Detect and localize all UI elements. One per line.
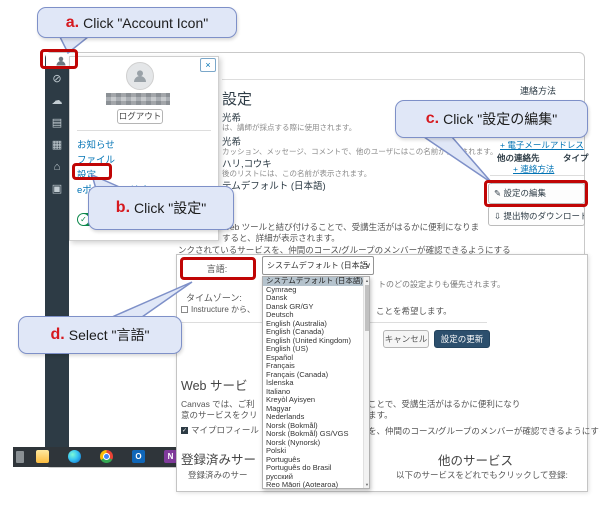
outlook-icon[interactable]: O <box>132 450 145 463</box>
edge-icon[interactable] <box>68 450 81 463</box>
full-name-caption: は、講師が採点する際に使用されます。 <box>222 122 356 133</box>
avatar <box>126 62 154 90</box>
language-option[interactable]: Polski <box>263 447 364 456</box>
scroll-up-icon[interactable]: ▲ <box>364 278 370 283</box>
dashboard-icon[interactable]: ⊘ <box>45 74 69 85</box>
step-letter: c. <box>426 110 439 128</box>
language-option[interactable]: Norsk (Bokmål) <box>263 422 364 431</box>
web-services-heading: Web サービ <box>181 375 247 394</box>
profile-checkbox-right: を、仲間のコース/グループのメンバーが確認できるようにする <box>368 425 600 437</box>
callout-step-d: d. Select "言語" <box>18 316 182 354</box>
web-services-fragment-2: すると、詳細が表示されます。 <box>222 232 340 244</box>
censored-user-name <box>106 93 170 105</box>
chevron-down-icon: ∨ <box>365 257 371 274</box>
language-option[interactable]: Magyar <box>263 405 364 414</box>
scroll-down-icon[interactable]: ▼ <box>364 482 370 487</box>
language-option[interactable]: Português <box>263 456 364 465</box>
language-option[interactable]: Dansk <box>263 294 364 303</box>
language-value: テムデフォルト (日本語) <box>222 178 326 192</box>
person-icon <box>132 68 148 84</box>
add-contact-link[interactable]: + 連絡方法 <box>513 163 554 175</box>
language-option[interactable]: English (Canada) <box>263 328 364 337</box>
language-option[interactable]: Norsk (Nynorsk) <box>263 439 364 448</box>
language-option[interactable]: Français <box>263 362 364 371</box>
callout-step-a: a. Click "Account Icon" <box>37 7 237 38</box>
notify-fragment-right: ことを希望します。 <box>376 305 452 317</box>
step-text: Click "Account Icon" <box>83 15 208 31</box>
contact-divider <box>490 175 584 176</box>
step-text: Select "言語" <box>69 325 150 345</box>
step-letter: d. <box>51 326 65 344</box>
language-option[interactable]: русский <box>263 473 364 482</box>
popup-divider <box>77 130 211 131</box>
language-option[interactable]: Español <box>263 354 364 363</box>
cancel-button[interactable]: キャンセル <box>383 330 429 348</box>
notify-checkbox-row: Instructure から、 <box>181 304 255 315</box>
menu-item-announcements[interactable]: お知らせ <box>77 137 115 151</box>
language-option[interactable]: Português do Brasil <box>263 464 364 473</box>
step-letter: b. <box>116 199 130 217</box>
history-icon[interactable]: ⌂ <box>45 162 69 173</box>
update-settings-button[interactable]: 設定の更新 <box>434 330 490 348</box>
profile-checkbox[interactable]: ✓ <box>181 427 188 434</box>
other-services-sub: 以下のサービスをどれでもクリックして登録: <box>396 469 568 481</box>
contact-methods-heading: 連絡方法 <box>520 84 556 97</box>
other-services-heading: 他のサービス <box>438 450 513 469</box>
global-nav-sidebar <box>45 53 69 467</box>
language-dropdown-list[interactable]: システムデフォルト (日本語)CymraegDanskDansk GR/GYDe… <box>262 276 370 489</box>
highlight-box-language-label <box>180 257 256 280</box>
language-option[interactable]: Deutsch <box>263 311 364 320</box>
taskbar-app-icon[interactable] <box>16 451 24 463</box>
calendar-icon[interactable]: ▤ <box>45 118 69 129</box>
step-text: Click "設定" <box>134 198 206 218</box>
language-option[interactable]: Kreyòl Ayisyen <box>263 396 364 405</box>
language-option[interactable]: Reo Māori (Aotearoa) <box>263 481 364 490</box>
page-title: 設定 <box>222 88 252 109</box>
header-divider <box>222 79 584 80</box>
inbox-icon[interactable]: ▦ <box>45 140 69 151</box>
step-letter: a. <box>66 14 79 32</box>
windows-taskbar: ON <box>13 447 179 467</box>
language-option[interactable]: Norsk (Bokmål) GS/VGS <box>263 430 364 439</box>
language-option[interactable]: Cymraeg <box>263 286 364 295</box>
language-option[interactable]: Íslenska <box>263 379 364 388</box>
language-select[interactable]: システムデフォルト (日本語 ∨ <box>262 256 374 275</box>
registered-services-sub: 登録済みのサー <box>188 469 248 481</box>
language-option[interactable]: Nederlands <box>263 413 364 422</box>
notify-checkbox[interactable] <box>181 306 188 313</box>
step-text: Click "設定の編集" <box>443 109 557 129</box>
language-option[interactable]: English (United Kingdom) <box>263 337 364 346</box>
timezone-label: タイムゾーン: <box>186 291 242 304</box>
close-icon[interactable]: × <box>200 58 216 72</box>
file-explorer-icon[interactable] <box>36 450 49 463</box>
language-option[interactable]: システムデフォルト (日本語) <box>263 277 364 286</box>
language-option[interactable]: English (Australia) <box>263 320 364 329</box>
courses-icon[interactable]: ☁ <box>45 96 69 107</box>
highlight-box-edit-settings <box>484 180 588 207</box>
language-option[interactable]: Dansk GR/GY <box>263 303 364 312</box>
language-option[interactable]: English (US) <box>263 345 364 354</box>
highlight-box-account-icon <box>40 49 78 69</box>
scrollbar-thumb[interactable] <box>365 285 369 331</box>
dropdown-scrollbar[interactable]: ▲ ▼ <box>363 277 369 488</box>
help-icon[interactable]: ▣ <box>45 184 69 195</box>
add-email-link[interactable]: + 電子メールアドレス <box>500 139 584 151</box>
highlight-box-settings-link <box>72 163 112 180</box>
paragraph-left-2: 意のサービスをクリ <box>181 409 258 421</box>
callout-step-b: b. Click "設定" <box>88 186 234 230</box>
callout-step-c: c. Click "設定の編集" <box>395 100 588 138</box>
download-submissions-button[interactable]: ⇩ 提出物のダウンロード <box>488 206 585 226</box>
language-option[interactable]: Italiano <box>263 388 364 397</box>
registered-services-heading: 登録済みサー <box>181 449 256 468</box>
logout-button[interactable]: ログアウト <box>117 109 163 124</box>
paragraph-right-2: ます。 <box>368 409 393 421</box>
chrome-icon[interactable] <box>100 450 113 463</box>
override-note-fragment: トのどの設定よりも優先されます。 <box>378 279 505 290</box>
download-icon: ⇩ <box>494 211 501 221</box>
profile-checkbox-row: ✓マイプロフィール <box>181 424 259 436</box>
type-header: タイプ <box>563 152 589 164</box>
language-option[interactable]: Français (Canada) <box>263 371 364 380</box>
